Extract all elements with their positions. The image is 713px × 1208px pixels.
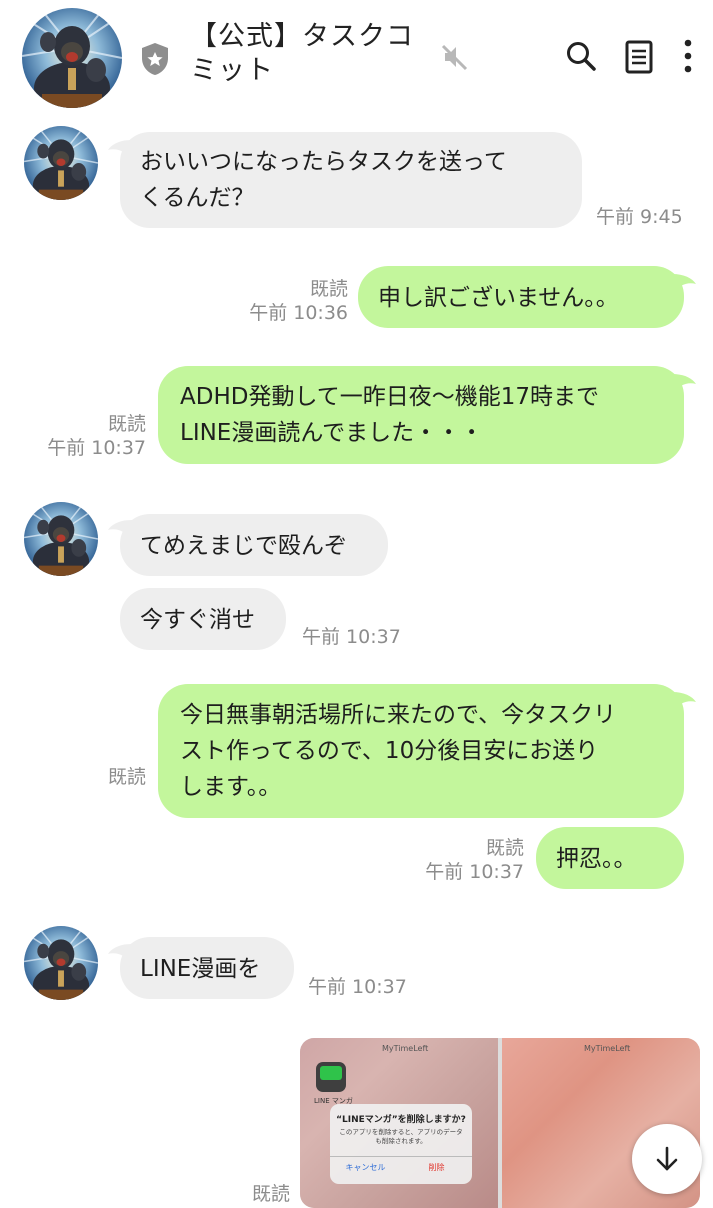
gorilla-avatar[interactable] [22, 8, 122, 108]
message-bubble[interactable]: 今日無事朝活場所に来たので、今タスクリ スト作ってるので、10分後目安にお送り … [158, 684, 684, 818]
message-bubble[interactable]: 押忍。。 [536, 827, 684, 889]
message-bubble[interactable]: てめえまじで殴んぞ [120, 514, 388, 576]
message-time: 午前 9:45 [596, 206, 683, 228]
message-bubble[interactable]: 申し訳ございません。。 [358, 266, 684, 328]
bubble-tail [672, 274, 696, 294]
read-status: 既読 [251, 1183, 290, 1205]
message-meta: 既読 午前 10:37 [410, 836, 524, 884]
message-time: 午前 10:37 [308, 976, 407, 998]
gorilla-avatar[interactable] [24, 502, 98, 576]
message-meta: 既読 午前 10:37 [30, 412, 146, 460]
app-icon [316, 1062, 346, 1092]
arrow-down-icon [656, 1146, 678, 1171]
message-text-line: 今日無事朝活場所に来たので、今タスクリ [180, 702, 617, 728]
more-icon[interactable] [678, 38, 698, 74]
message-text-line: ADHD発動して一昨日夜〜機能17時まで [180, 384, 600, 410]
chat-title: 【公式】タスクコミット [190, 21, 414, 86]
read-status: 既読 [107, 413, 146, 435]
message-bubble[interactable]: 今すぐ消せ [120, 588, 286, 650]
message-text: 押忍。。 [556, 846, 637, 872]
dialog-cancel: キャンセル [345, 1163, 386, 1172]
message-text-line: くるんだ？ [140, 185, 255, 211]
image-caption: MyTimeLeft [584, 1044, 631, 1053]
bubble-tail [672, 374, 696, 394]
gorilla-avatar[interactable] [24, 926, 98, 1000]
message-time: 午前 10:37 [302, 626, 401, 648]
message-text: 申し訳ございません。。 [378, 285, 619, 311]
scroll-down-button[interactable] [632, 1124, 702, 1194]
chat-header: 【公式】タスクコミット [0, 0, 713, 118]
message-text-line: スト作ってるので、10分後目安にお送り [180, 738, 599, 764]
shield-star-icon [142, 43, 168, 75]
read-status: 既読 [485, 837, 524, 859]
mute-icon [441, 44, 468, 71]
message-bubble[interactable]: LINE漫画を [120, 937, 294, 999]
message-text: てめえまじで殴んぞ [140, 533, 347, 559]
message-time: 午前 10:37 [47, 437, 146, 459]
message-text-line: します。。 [180, 774, 282, 800]
message-text: 今すぐ消せ [140, 607, 255, 633]
image-message[interactable]: MyTimeLeft LINE マンガ “LINEマンガ”を削除しますか? この… [300, 1038, 700, 1208]
read-status: 既読 [107, 766, 146, 788]
message-time: 午前 10:36 [249, 302, 348, 324]
read-status: 既読 [309, 278, 348, 300]
notes-icon[interactable] [624, 40, 654, 74]
dialog-delete: 削除 [428, 1163, 445, 1172]
message-text-line: おいいつになったらタスクを送って [140, 149, 507, 175]
gorilla-avatar[interactable] [24, 126, 98, 200]
message-time: 午前 10:37 [425, 861, 524, 883]
delete-dialog: “LINEマンガ”を削除しますか? このアプリを削除すると、アプリのデータも削除… [330, 1104, 472, 1184]
message-bubble[interactable]: おいいつになったらタスクを送って くるんだ？ [120, 132, 582, 228]
message-text: LINE漫画を [140, 956, 261, 982]
search-icon[interactable] [565, 40, 597, 72]
dialog-body: このアプリを削除すると、アプリのデータも削除されます。 [339, 1128, 463, 1145]
message-meta: 既読 午前 10:36 [230, 277, 348, 325]
message-bubble[interactable]: ADHD発動して一昨日夜〜機能17時まで LINE漫画読んでました・・・ [158, 366, 684, 464]
message-text-line: LINE漫画読んでました・・・ [180, 420, 484, 446]
screenshot-thumbnail: MyTimeLeft LINE マンガ “LINEマンガ”を削除しますか? この… [300, 1038, 498, 1208]
dialog-title: “LINEマンガ”を削除しますか? [336, 1115, 466, 1125]
image-caption: MyTimeLeft [382, 1044, 429, 1053]
bubble-tail [672, 692, 696, 712]
